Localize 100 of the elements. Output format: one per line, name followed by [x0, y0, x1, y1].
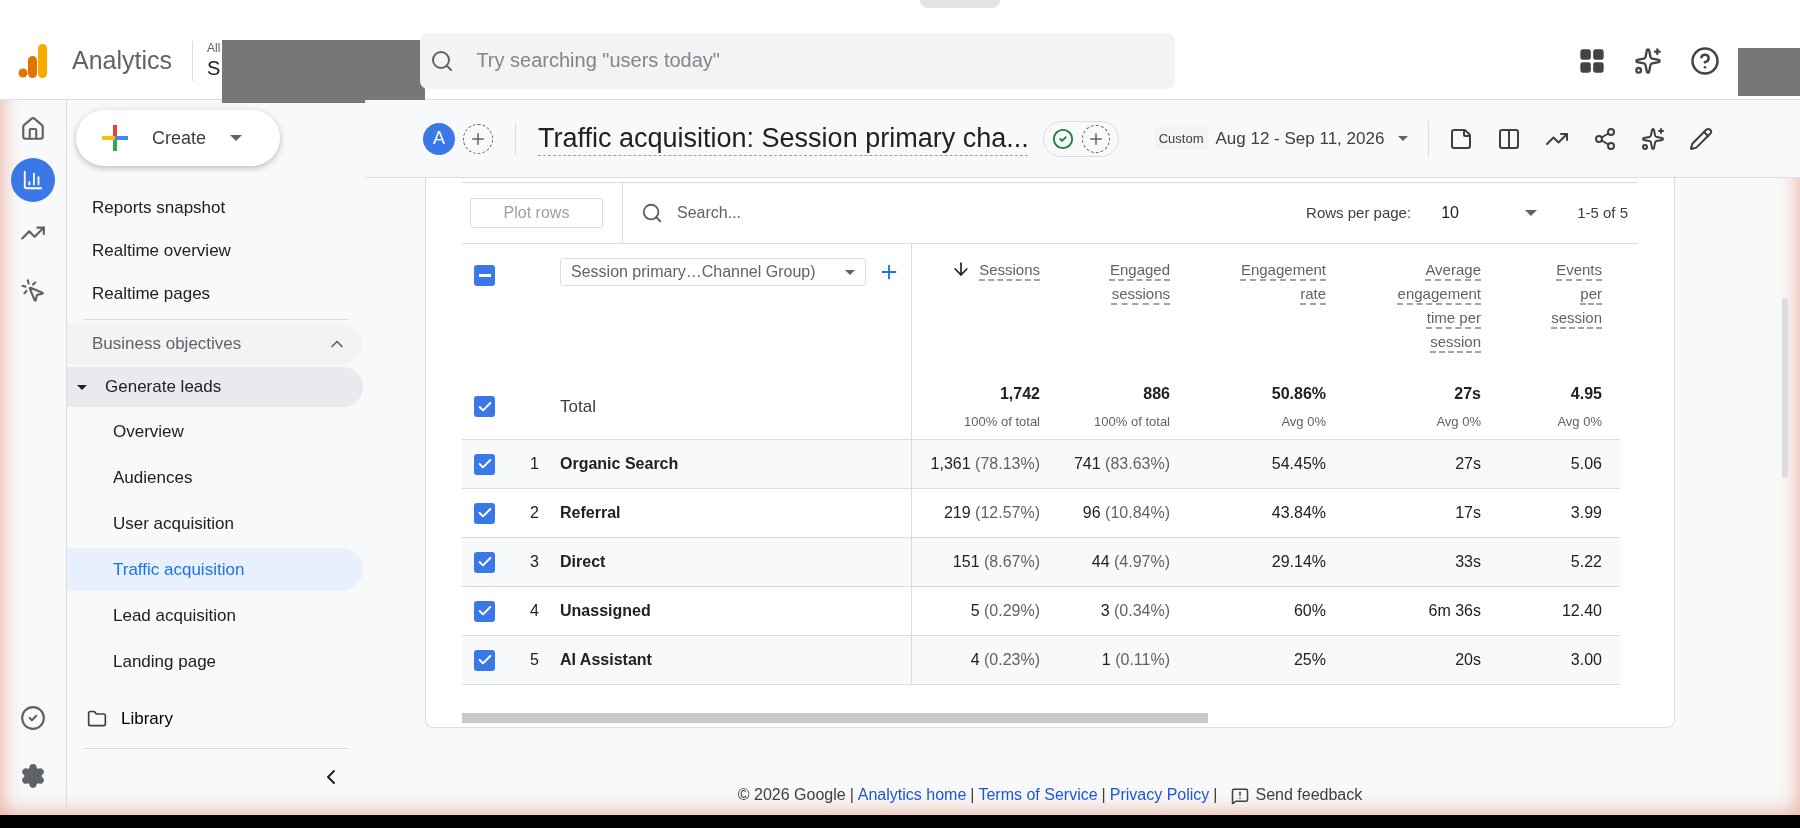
table-cell-text: 741 (83.63%) — [1073, 454, 1170, 474]
channel-name: Referral — [560, 503, 621, 523]
checkbox[interactable] — [474, 600, 495, 622]
feedback-icon[interactable] — [1231, 787, 1250, 805]
table-cell-text: 4 (0.23%) — [970, 650, 1040, 670]
table-cell-text: 1 (0.11%) — [1101, 650, 1170, 670]
checkbox[interactable] — [474, 551, 495, 573]
total-value: 50.86% — [1271, 383, 1326, 404]
footer-link[interactable]: Terms of Service — [978, 783, 1098, 807]
footer-link[interactable]: Privacy Policy — [1109, 783, 1210, 807]
nav-item[interactable]: Reports snapshot — [67, 186, 363, 229]
horizontal-scrollbar[interactable] — [462, 713, 1208, 723]
nav-item[interactable]: Realtime pages — [67, 272, 363, 315]
nav-item[interactable]: Library — [67, 699, 363, 739]
separator: | — [970, 785, 975, 805]
home-icon[interactable] — [20, 116, 46, 142]
nav-item[interactable]: Audiences — [67, 456, 363, 499]
checkbox[interactable] — [474, 396, 495, 417]
redaction-block — [1738, 47, 1800, 96]
table-cell-text: 20s — [1455, 650, 1481, 670]
checkbox[interactable] — [474, 265, 495, 286]
nav-item[interactable]: User acquisition — [67, 502, 363, 545]
share-icon[interactable] — [1593, 126, 1618, 151]
row-number: 3 — [530, 552, 539, 572]
dimension-select[interactable]: Session primary…Channel Group) — [560, 258, 866, 286]
table-cell-text: 44 (4.97%) — [1091, 552, 1170, 572]
row-number: 1 — [530, 454, 539, 474]
nav-item[interactable]: Realtime overview — [67, 229, 363, 272]
product-name: Analytics — [72, 44, 173, 76]
total-label: Total — [560, 395, 596, 418]
breadcrumb[interactable]: All — [207, 40, 221, 56]
help-icon[interactable] — [1690, 45, 1720, 76]
vertical-scrollbar[interactable] — [1782, 298, 1788, 478]
search-icon — [641, 202, 663, 224]
table-cell-text: 3 (0.34%) — [1100, 601, 1170, 621]
table-cell-text: 3.00 — [1570, 650, 1602, 670]
caret-icon — [230, 135, 243, 141]
table-search-field[interactable]: Search... — [677, 201, 877, 225]
pointer-click-icon[interactable] — [20, 278, 46, 304]
nav-item[interactable]: Lead acquisition — [67, 594, 363, 637]
nav-item[interactable]: Overview — [67, 410, 363, 453]
table-cell-text: 6m 36s — [1428, 601, 1481, 621]
compare-icon[interactable] — [1497, 126, 1522, 151]
sparkle-search-icon[interactable] — [1634, 46, 1662, 75]
nav-item[interactable]: Landing page — [67, 640, 363, 683]
sparkle-icon[interactable] — [1641, 126, 1666, 151]
table-cell-text: 5.22 — [1570, 552, 1602, 572]
total-share: 100% of total — [1094, 412, 1170, 431]
note-icon[interactable] — [1449, 126, 1474, 151]
search-icon — [430, 48, 455, 73]
plus-icon — [100, 123, 130, 153]
checkbox[interactable] — [474, 502, 495, 524]
apps-icon[interactable] — [1578, 46, 1606, 75]
rows-per-page-select[interactable]: 10 — [1441, 201, 1538, 225]
channel-name: AI Assistant — [560, 650, 652, 670]
nav-item[interactable]: Traffic acquisition — [67, 548, 363, 591]
total-share: Avg 0% — [1281, 412, 1326, 431]
analytics-logo — [18, 43, 48, 78]
edit-icon[interactable] — [1689, 126, 1714, 151]
checkbox[interactable] — [474, 453, 495, 475]
table-cell-text: 54.45% — [1271, 454, 1326, 474]
column-header[interactable]: Average engagement time per session — [1385, 258, 1481, 354]
report-title[interactable]: Traffic acquisition: Session primary cha... — [538, 118, 1029, 159]
folder-icon — [87, 709, 107, 729]
total-value: 886 — [1143, 383, 1170, 404]
table-cell-text: 3.99 — [1570, 503, 1602, 523]
caret-icon[interactable] — [1398, 136, 1409, 141]
table-cell-text: 43.84% — [1271, 503, 1326, 523]
table-cell-text: 60% — [1293, 601, 1326, 621]
date-range[interactable]: Aug 12 - Sep 11, 2026 — [1215, 125, 1385, 152]
table-cell-text: 151 (8.67%) — [952, 552, 1040, 572]
section-header[interactable]: Business objectives — [67, 324, 363, 364]
column-header[interactable]: Engagement rate — [1226, 258, 1326, 306]
separator: | — [1101, 785, 1106, 805]
table-cell-text: 12.40 — [1561, 601, 1602, 621]
total-share: 100% of total — [964, 412, 1040, 431]
row-number: 5 — [530, 650, 539, 670]
total-share: Avg 0% — [1557, 412, 1602, 431]
table-cell-text: 27s — [1455, 454, 1481, 474]
search-field[interactable]: Try searching "users today" — [420, 32, 1176, 89]
column-header[interactable]: Engaged sessions — [1090, 258, 1170, 306]
separator: | — [1213, 785, 1218, 805]
footer-link[interactable]: Analytics home — [857, 783, 967, 807]
total-value: 1,742 — [999, 383, 1040, 404]
column-header[interactable]: Events per session — [1540, 258, 1602, 330]
table-cell-text: 33s — [1455, 552, 1481, 572]
feedback-link[interactable]: Send feedback — [1255, 783, 1363, 807]
reports-icon[interactable] — [11, 158, 55, 202]
check-circle-icon — [1051, 127, 1074, 150]
column-header[interactable]: Sessions — [979, 258, 1040, 282]
checkbox[interactable] — [474, 649, 495, 671]
channel-name: Organic Search — [560, 454, 679, 474]
account-name[interactable]: S — [207, 55, 221, 81]
create-button[interactable]: Create — [76, 110, 280, 166]
avatar[interactable]: A — [423, 122, 455, 155]
date-badge: Custom — [1154, 126, 1208, 151]
total-share: Avg 0% — [1436, 412, 1481, 431]
check-circle-icon[interactable] — [20, 705, 46, 731]
caret-icon — [77, 384, 87, 390]
nav-group[interactable]: Generate leads — [67, 367, 363, 407]
